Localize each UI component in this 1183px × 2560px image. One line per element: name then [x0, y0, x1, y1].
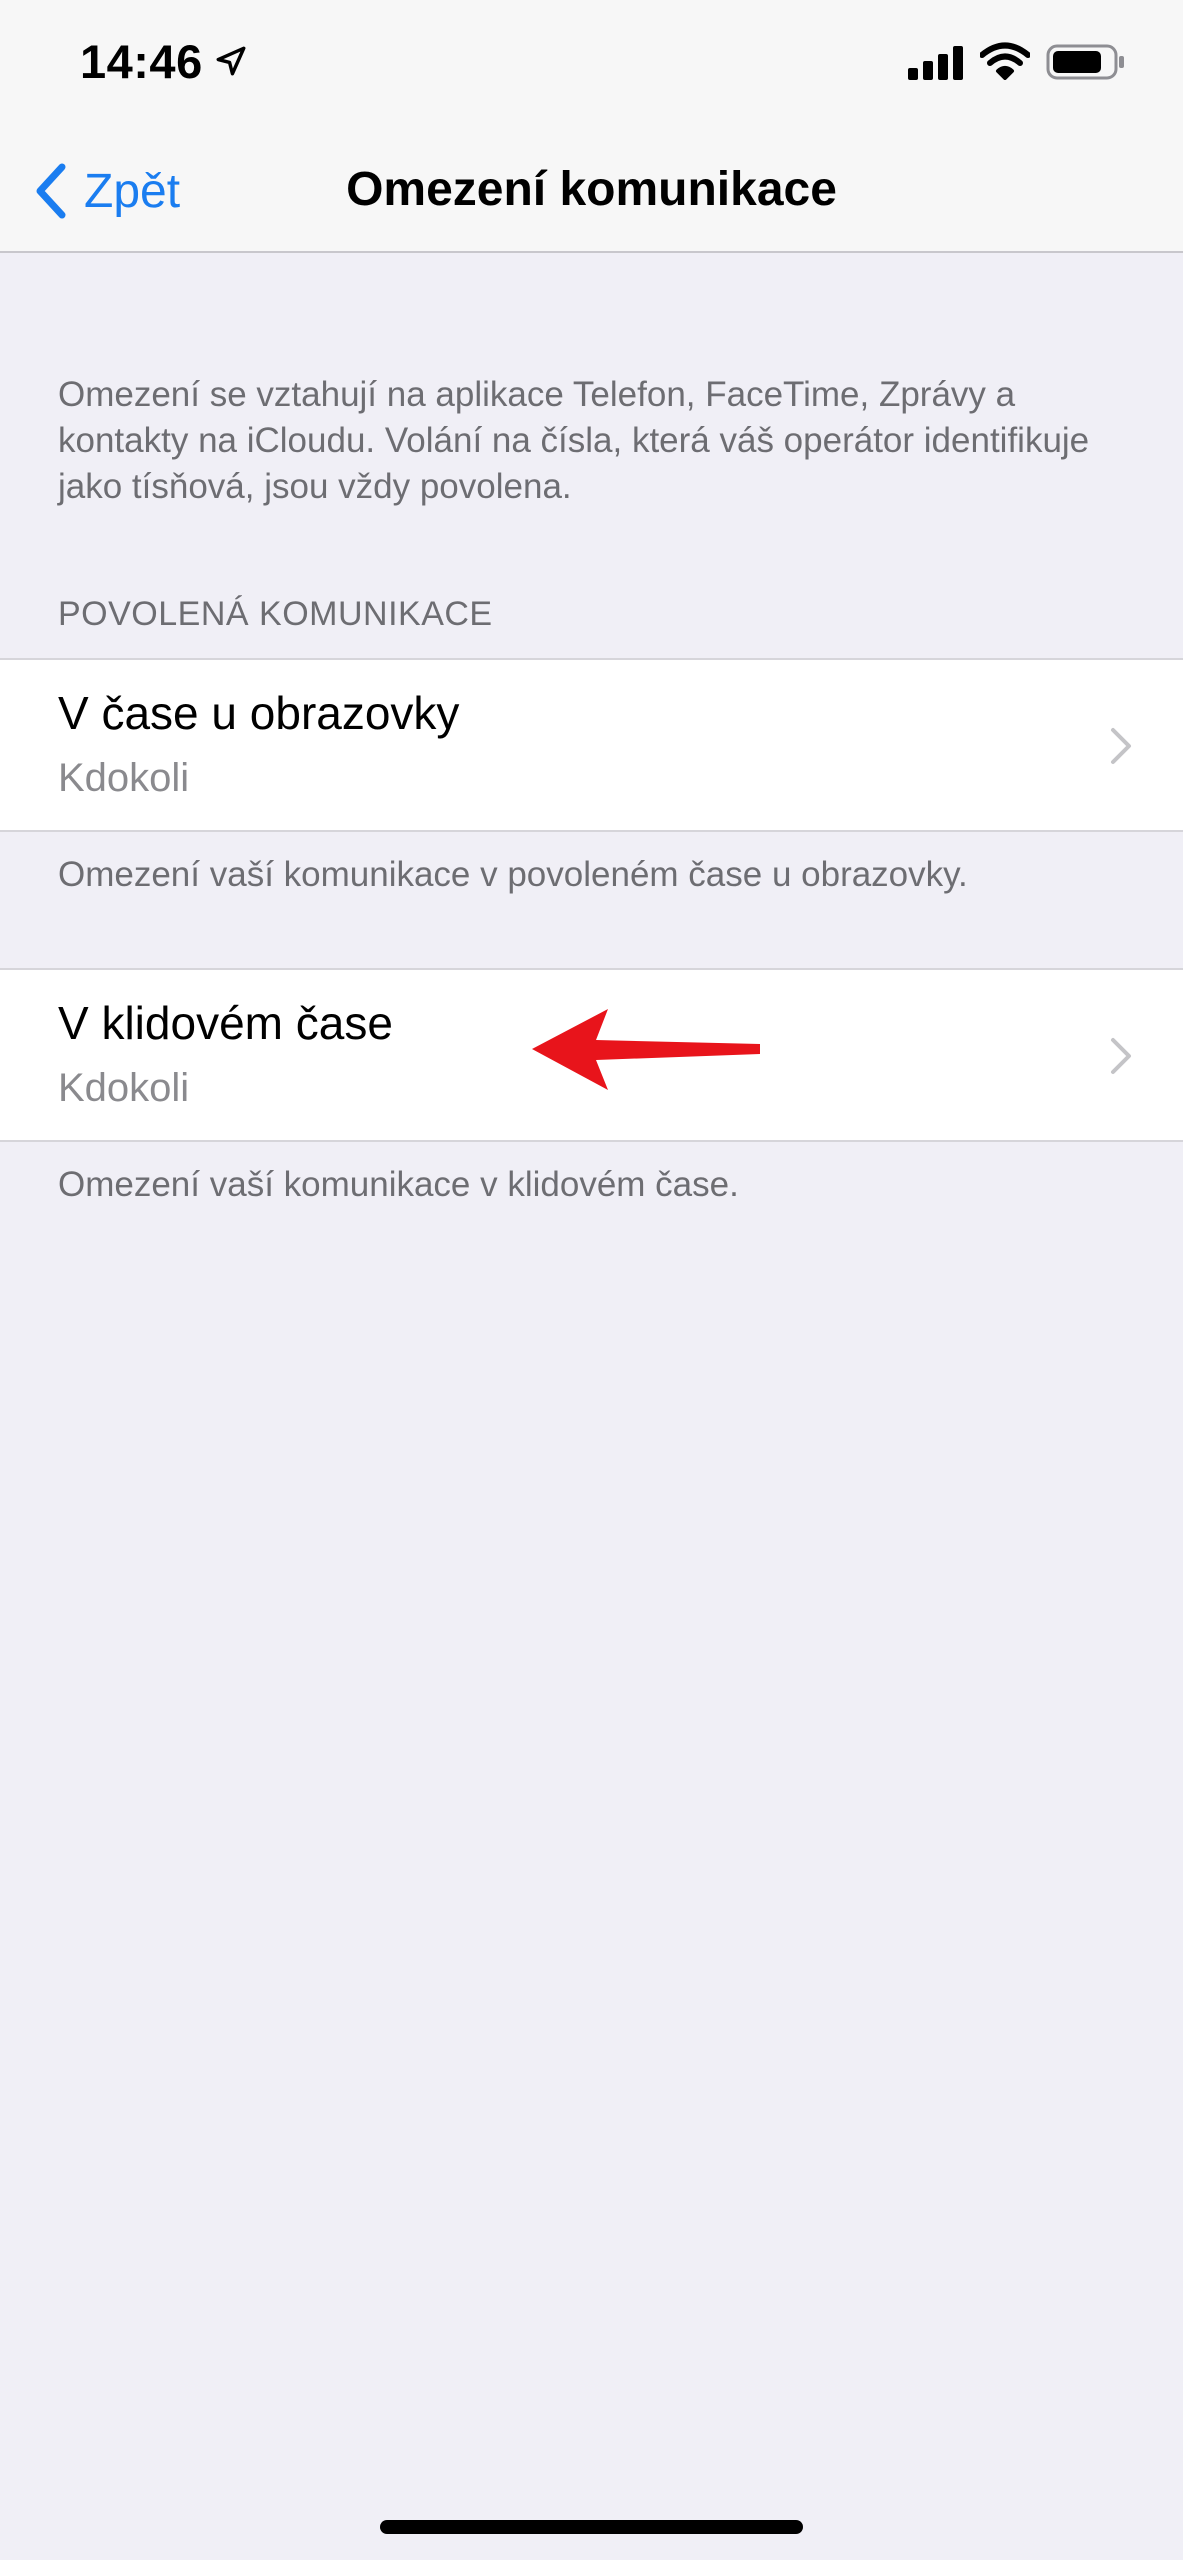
red-arrow-annotation-icon — [532, 1009, 760, 1090]
list-item-value: Kdokoli — [58, 1066, 190, 1110]
list-item-screen-time[interactable]: V čase u obrazovky Kdokoli — [0, 658, 1183, 832]
list-item-footer: Omezení vaší komunikace v povoleném čase… — [58, 855, 968, 894]
chevron-right-icon — [1111, 728, 1131, 764]
list-item-value: Kdokoli — [58, 756, 190, 800]
status-bar: 14:46 — [0, 0, 1183, 130]
page-title: Omezení komunikace — [346, 163, 837, 216]
navigation-bar: Zpět Omezení komunikace — [0, 130, 1183, 253]
battery-icon — [1046, 44, 1124, 80]
cellular-signal-icon — [908, 46, 963, 80]
home-indicator[interactable] — [380, 2520, 803, 2534]
intro-description: Omezení se vztahují na aplikace Telefon,… — [58, 375, 1090, 506]
list-item-title: V klidovém čase — [58, 997, 393, 1049]
wifi-icon — [980, 42, 1030, 80]
list-item-footer: Omezení vaší komunikace v klidovém čase. — [58, 1165, 739, 1204]
location-arrow-icon — [216, 46, 246, 76]
status-time: 14:46 — [80, 35, 203, 88]
section-header: POVOLENÁ KOMUNIKACE — [58, 595, 493, 633]
chevron-right-icon — [1111, 1038, 1131, 1074]
list-item-title: V čase u obrazovky — [58, 687, 460, 739]
